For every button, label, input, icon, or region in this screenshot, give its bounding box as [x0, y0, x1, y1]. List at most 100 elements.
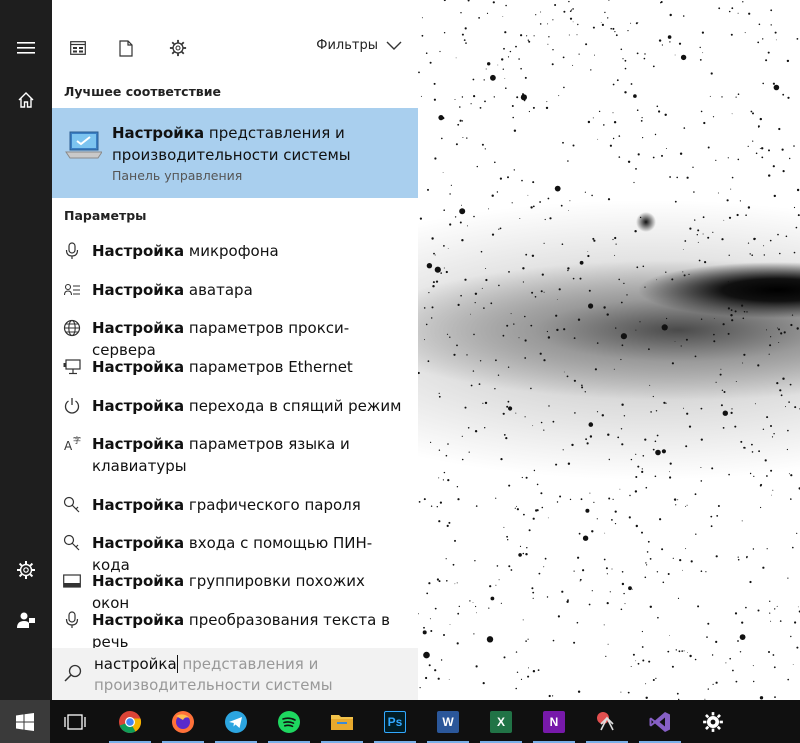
star [762, 428, 765, 430]
svg-text:A: A [64, 439, 73, 453]
star [766, 416, 769, 419]
star [438, 449, 441, 451]
star [584, 191, 586, 193]
star [521, 179, 523, 182]
taskbar-chrome[interactable] [105, 700, 155, 743]
result-picture-password[interactable]: Настройка графического пароля [52, 494, 418, 516]
result-label: Настройка параметров языка и клавиатуры [92, 435, 350, 475]
apps-filter-button[interactable] [66, 36, 90, 60]
star [700, 467, 702, 468]
star [669, 462, 672, 465]
star [611, 568, 613, 570]
home-button[interactable] [0, 78, 52, 122]
star [490, 596, 495, 601]
taskbar-spotify[interactable] [264, 700, 314, 743]
star [587, 120, 591, 124]
taskbar-settings[interactable] [688, 700, 738, 743]
star [729, 657, 731, 660]
star [461, 120, 464, 122]
search-input[interactable]: настройка представления и производительн… [94, 654, 394, 696]
taskbar-photoshop[interactable]: Ps [370, 700, 420, 743]
star [552, 49, 554, 51]
star [751, 451, 754, 453]
taskbar-excel[interactable]: X [476, 700, 526, 743]
taskbar-file-explorer[interactable] [317, 700, 367, 743]
star [569, 10, 572, 12]
start-button[interactable] [0, 700, 50, 743]
star [458, 605, 460, 608]
star [781, 148, 784, 151]
hamburger-menu-button[interactable] [0, 26, 52, 70]
taskbar-firefox[interactable] [158, 700, 208, 743]
star [645, 696, 648, 699]
star [446, 333, 449, 335]
star [728, 473, 730, 476]
star [753, 475, 755, 477]
star [535, 14, 537, 16]
star [693, 191, 695, 193]
taskbar-snipping-tool[interactable] [582, 700, 632, 743]
user-account-button[interactable] [0, 598, 52, 642]
star [562, 449, 564, 451]
documents-filter-button[interactable] [114, 36, 138, 60]
star [652, 679, 655, 681]
result-avatar[interactable]: Настройка аватара [52, 279, 418, 301]
star [603, 558, 606, 561]
star [667, 573, 670, 575]
settings-button[interactable] [0, 548, 52, 592]
star [603, 306, 606, 309]
star [552, 420, 555, 423]
star [469, 600, 471, 602]
star [764, 459, 767, 462]
star [566, 600, 569, 603]
star [532, 205, 535, 208]
settings-filter-button[interactable] [166, 36, 190, 60]
star [588, 289, 591, 292]
star [621, 571, 624, 573]
star [426, 592, 429, 595]
star [448, 521, 451, 524]
taskbar-telegram[interactable] [211, 700, 261, 743]
star [707, 622, 710, 625]
gear-icon [169, 39, 187, 57]
star [715, 681, 718, 684]
star [500, 602, 502, 604]
result-ethernet[interactable]: Настройка параметров Ethernet [52, 356, 418, 378]
star [455, 143, 458, 146]
star [505, 437, 508, 440]
star [737, 640, 739, 642]
taskbar-visual-studio[interactable] [635, 700, 685, 743]
star [488, 208, 490, 210]
result-sleep[interactable]: Настройка перехода в спящий режим [52, 395, 418, 417]
user-icon [17, 612, 35, 628]
filters-dropdown[interactable]: Фильтры [316, 38, 402, 53]
taskbar-word[interactable]: W [423, 700, 473, 743]
star [577, 23, 579, 26]
task-view-button[interactable] [50, 700, 100, 743]
star [600, 22, 602, 23]
result-text-to-speech[interactable]: Настройка преобразования текста в речь [52, 609, 418, 653]
star [479, 107, 482, 109]
result-language[interactable]: A字 Настройка параметров языка и клавиату… [52, 433, 418, 477]
taskbar-onenote[interactable]: N [529, 700, 579, 743]
star [549, 217, 552, 220]
result-proxy[interactable]: Настройка параметров прокси-сервера [52, 317, 418, 361]
star [475, 505, 478, 507]
result-label: Настройка параметров прокси-сервера [92, 319, 350, 359]
star [755, 152, 758, 155]
star [630, 83, 633, 85]
star [506, 324, 509, 327]
best-match-result[interactable]: Настройка представления и производительн… [52, 108, 418, 198]
search-box[interactable]: настройка представления и производительн… [52, 648, 418, 700]
star [626, 294, 628, 296]
star [539, 23, 542, 25]
star [613, 368, 615, 370]
result-window-grouping[interactable]: Настройка группировки похожих окон [52, 570, 418, 614]
star [445, 270, 448, 274]
star [655, 410, 658, 412]
star [624, 91, 627, 94]
result-microphone[interactable]: Настройка микрофона [52, 240, 418, 262]
star [579, 277, 582, 280]
star [770, 336, 772, 338]
star [518, 337, 520, 339]
